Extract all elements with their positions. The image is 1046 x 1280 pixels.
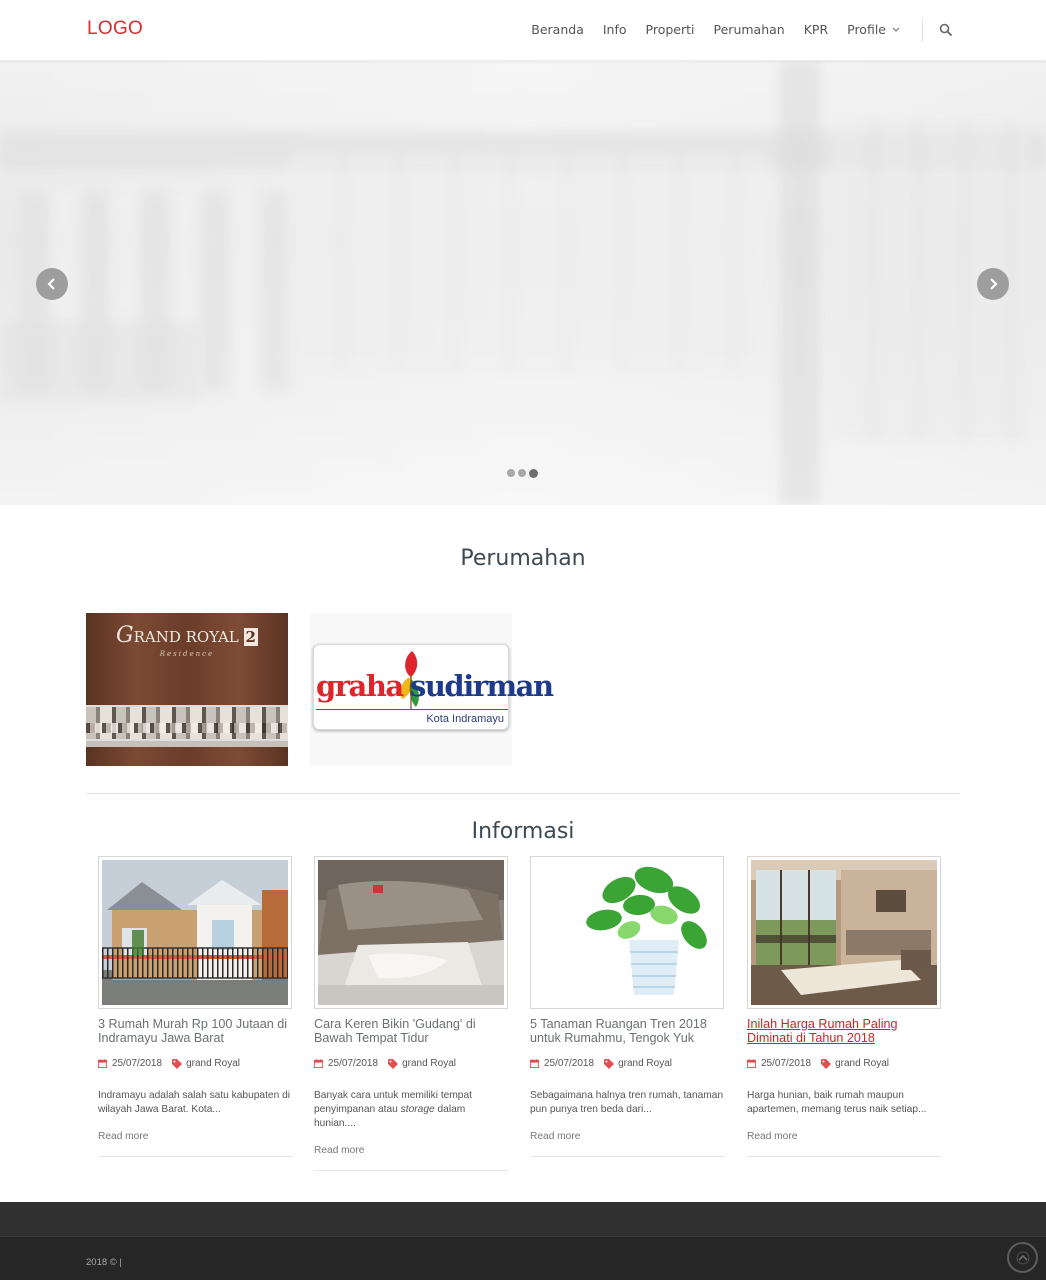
nav-profile-label: Profile <box>847 22 886 37</box>
logo[interactable]: LOGO <box>87 18 143 40</box>
tag-icon <box>388 1058 399 1069</box>
article-tag[interactable]: grand Royal <box>402 1058 456 1069</box>
section-divider <box>86 793 960 794</box>
chevron-left-icon <box>47 278 55 290</box>
slider-next-button[interactable] <box>977 268 1009 300</box>
hero-slider <box>0 61 1046 505</box>
article-card: Inilah Harga Rumah Paling Diminati di Ta… <box>747 856 941 1157</box>
article-excerpt: Harga hunian, baik rumah maupun aparteme… <box>747 1090 927 1115</box>
read-more-link[interactable]: Read more <box>314 1145 508 1156</box>
search-icon[interactable] <box>938 22 954 38</box>
card-divider <box>98 1156 292 1157</box>
tag-icon <box>604 1058 615 1069</box>
estate-grand-royal-band <box>86 741 288 747</box>
card-divider <box>747 1156 941 1157</box>
article-title[interactable]: 3 Rumah Murah Rp 100 Jutaan di Indramayu… <box>98 1017 292 1045</box>
article-meta: 25/07/2018 grand Royal <box>314 1058 508 1069</box>
perumahan-title: Perumahan <box>460 546 586 571</box>
article-meta: 25/07/2018 grand Royal <box>530 1058 724 1069</box>
slider-dot-2[interactable] <box>518 469 526 477</box>
article-title[interactable]: 5 Tanaman Ruangan Tren 2018 untuk Rumahm… <box>530 1017 724 1045</box>
nav-beranda[interactable]: Beranda <box>531 22 584 37</box>
article-excerpt: Sebagaimana halnya tren rumah, tanaman p… <box>530 1090 724 1115</box>
read-more-link[interactable]: Read more <box>98 1131 292 1142</box>
calendar-icon <box>747 1059 756 1068</box>
tag-icon <box>172 1058 183 1069</box>
footer-widgets <box>0 1202 1046 1236</box>
bed-storage-photo <box>318 860 504 1005</box>
article-title[interactable]: Inilah Harga Rumah Paling Diminati di Ta… <box>747 1017 941 1045</box>
chevron-right-icon <box>990 278 998 290</box>
plant-photo <box>534 860 720 1005</box>
hero-blur-floor <box>0 321 200 401</box>
nav-divider <box>922 18 923 42</box>
nav-profile[interactable]: Profile <box>847 22 900 37</box>
informasi-title: Informasi <box>471 819 575 844</box>
article-tag[interactable]: grand Royal <box>186 1058 240 1069</box>
estate-grand-royal-logo: GRAND ROYAL 2 <box>116 623 258 648</box>
calendar-icon <box>530 1059 539 1068</box>
estate-graha-sudirman[interactable]: graha sudirman Kota Indramayu <box>310 613 554 766</box>
footer-bottom: 2018 © | <box>0 1236 1046 1280</box>
article-date: 25/07/2018 <box>544 1058 595 1069</box>
article-thumbnail[interactable] <box>314 856 508 1009</box>
article-excerpt: Banyak cara untuk memiliki tempat penyim… <box>314 1090 472 1129</box>
read-more-link[interactable]: Read more <box>747 1131 941 1142</box>
nav-perumahan[interactable]: Perumahan <box>714 22 785 37</box>
copyright-text: 2018 © | <box>86 1257 122 1268</box>
estate-graha-word2: sudirman <box>410 669 554 703</box>
hero-blur-window-center <box>290 151 770 371</box>
article-card: 5 Tanaman Ruangan Tren 2018 untuk Rumahm… <box>530 856 724 1157</box>
article-thumbnail[interactable] <box>747 856 941 1009</box>
article-thumbnail[interactable] <box>98 856 292 1009</box>
article-thumbnail[interactable] <box>530 856 724 1009</box>
slider-dots <box>507 468 538 478</box>
article-meta: 25/07/2018 grand Royal <box>98 1058 292 1069</box>
estate-graha-line <box>316 709 508 710</box>
card-divider <box>530 1156 724 1157</box>
calendar-icon <box>98 1059 107 1068</box>
chevron-down-icon <box>892 26 900 36</box>
main-nav: Beranda Info Properti Perumahan KPR Prof… <box>512 22 900 37</box>
article-date: 25/07/2018 <box>112 1058 163 1069</box>
read-more-link[interactable]: Read more <box>530 1131 724 1142</box>
slider-dot-1[interactable] <box>507 469 515 477</box>
estate-grand-royal-subtitle: Residence <box>159 650 215 658</box>
back-to-top-button[interactable] <box>1007 1242 1038 1273</box>
estate-graha-sudirman-logo: graha sudirman Kota Indramayu <box>313 644 554 730</box>
article-card: Cara Keren Bikin 'Gudang' di Bawah Tempa… <box>314 856 508 1171</box>
slider-dot-3[interactable] <box>529 468 538 478</box>
article-tag[interactable]: grand Royal <box>618 1058 672 1069</box>
article-date: 25/07/2018 <box>761 1058 812 1069</box>
nav-kpr[interactable]: KPR <box>804 22 828 37</box>
arrow-up-icon <box>1016 1251 1029 1264</box>
living-room-photo <box>751 860 937 1005</box>
nav-info[interactable]: Info <box>603 22 627 37</box>
house-photo <box>102 860 288 1005</box>
estate-graha-subtitle: Kota Indramayu <box>426 713 504 725</box>
estate-grand-royal[interactable]: GRAND ROYAL 2 Residence <box>86 613 288 766</box>
article-tag[interactable]: grand Royal <box>835 1058 889 1069</box>
tag-icon <box>821 1058 832 1069</box>
slider-prev-button[interactable] <box>36 268 68 300</box>
estate-grand-royal-photo <box>86 705 288 741</box>
article-title[interactable]: Cara Keren Bikin 'Gudang' di Bawah Tempa… <box>314 1017 508 1045</box>
calendar-icon <box>314 1059 323 1068</box>
site-header: LOGO Beranda Info Properti Perumahan KPR… <box>0 0 1046 61</box>
nav-properti[interactable]: Properti <box>646 22 695 37</box>
article-meta: 25/07/2018 grand Royal <box>747 1058 941 1069</box>
article-date: 25/07/2018 <box>328 1058 379 1069</box>
hero-blur-pillar <box>780 61 820 505</box>
article-excerpt: Indramayu adalah salah satu kabupaten di… <box>98 1090 291 1115</box>
card-divider <box>314 1170 508 1171</box>
estate-graha-word1: graha <box>316 669 404 703</box>
article-card: 3 Rumah Murah Rp 100 Jutaan di Indramayu… <box>98 856 292 1157</box>
